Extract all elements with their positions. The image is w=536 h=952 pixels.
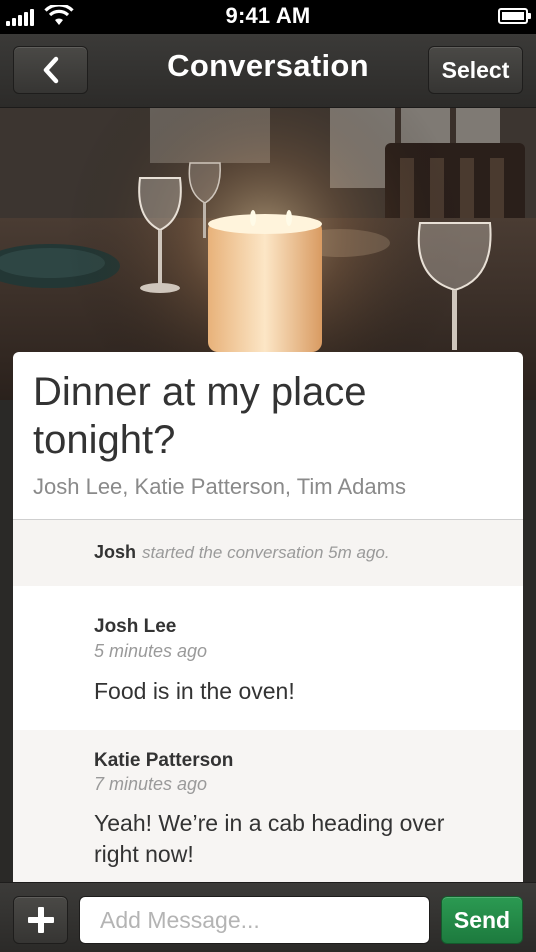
battery-icon	[498, 8, 531, 24]
add-attachment-button[interactable]	[13, 896, 68, 944]
conversation-started-note: Josh started the conversation 5m ago.	[13, 520, 523, 586]
message-author: Katie Patterson	[94, 750, 234, 771]
conversation-title: Dinner at my place tonight?	[33, 370, 367, 462]
select-button[interactable]: Select	[428, 46, 523, 94]
plus-icon	[27, 907, 54, 933]
status-time: 9:41 AM	[225, 3, 311, 28]
message-composer: Send	[0, 882, 536, 952]
message-time: 7 minutes ago	[94, 774, 208, 794]
message-text: Food is in the oven!	[94, 678, 295, 704]
message-text: Yeah! We’re in a cab heading over right …	[94, 810, 445, 867]
message-author: Josh Lee	[94, 616, 177, 637]
message-item[interactable]: Josh Lee 5 minutes ago Food is in the ov…	[13, 586, 523, 730]
navigation-bar: Conversation Select	[0, 34, 536, 108]
message-time: 5 minutes ago	[94, 641, 208, 661]
conversation-header: Dinner at my place tonight? Josh Lee, Ka…	[13, 352, 523, 520]
participants-list[interactable]: Josh Lee, Katie Patterson, Tim Adams	[33, 474, 406, 500]
status-bar: 9:41 AM	[0, 0, 536, 34]
message-item[interactable]: Katie Patterson 7 minutes ago Yeah! We’r…	[13, 730, 523, 882]
send-button[interactable]: Send	[441, 896, 523, 944]
conversation-card: Dinner at my place tonight? Josh Lee, Ka…	[13, 352, 523, 882]
starter-name: Josh	[94, 542, 137, 562]
started-text: started the conversation 5m ago.	[142, 543, 390, 562]
message-input[interactable]	[79, 896, 430, 944]
